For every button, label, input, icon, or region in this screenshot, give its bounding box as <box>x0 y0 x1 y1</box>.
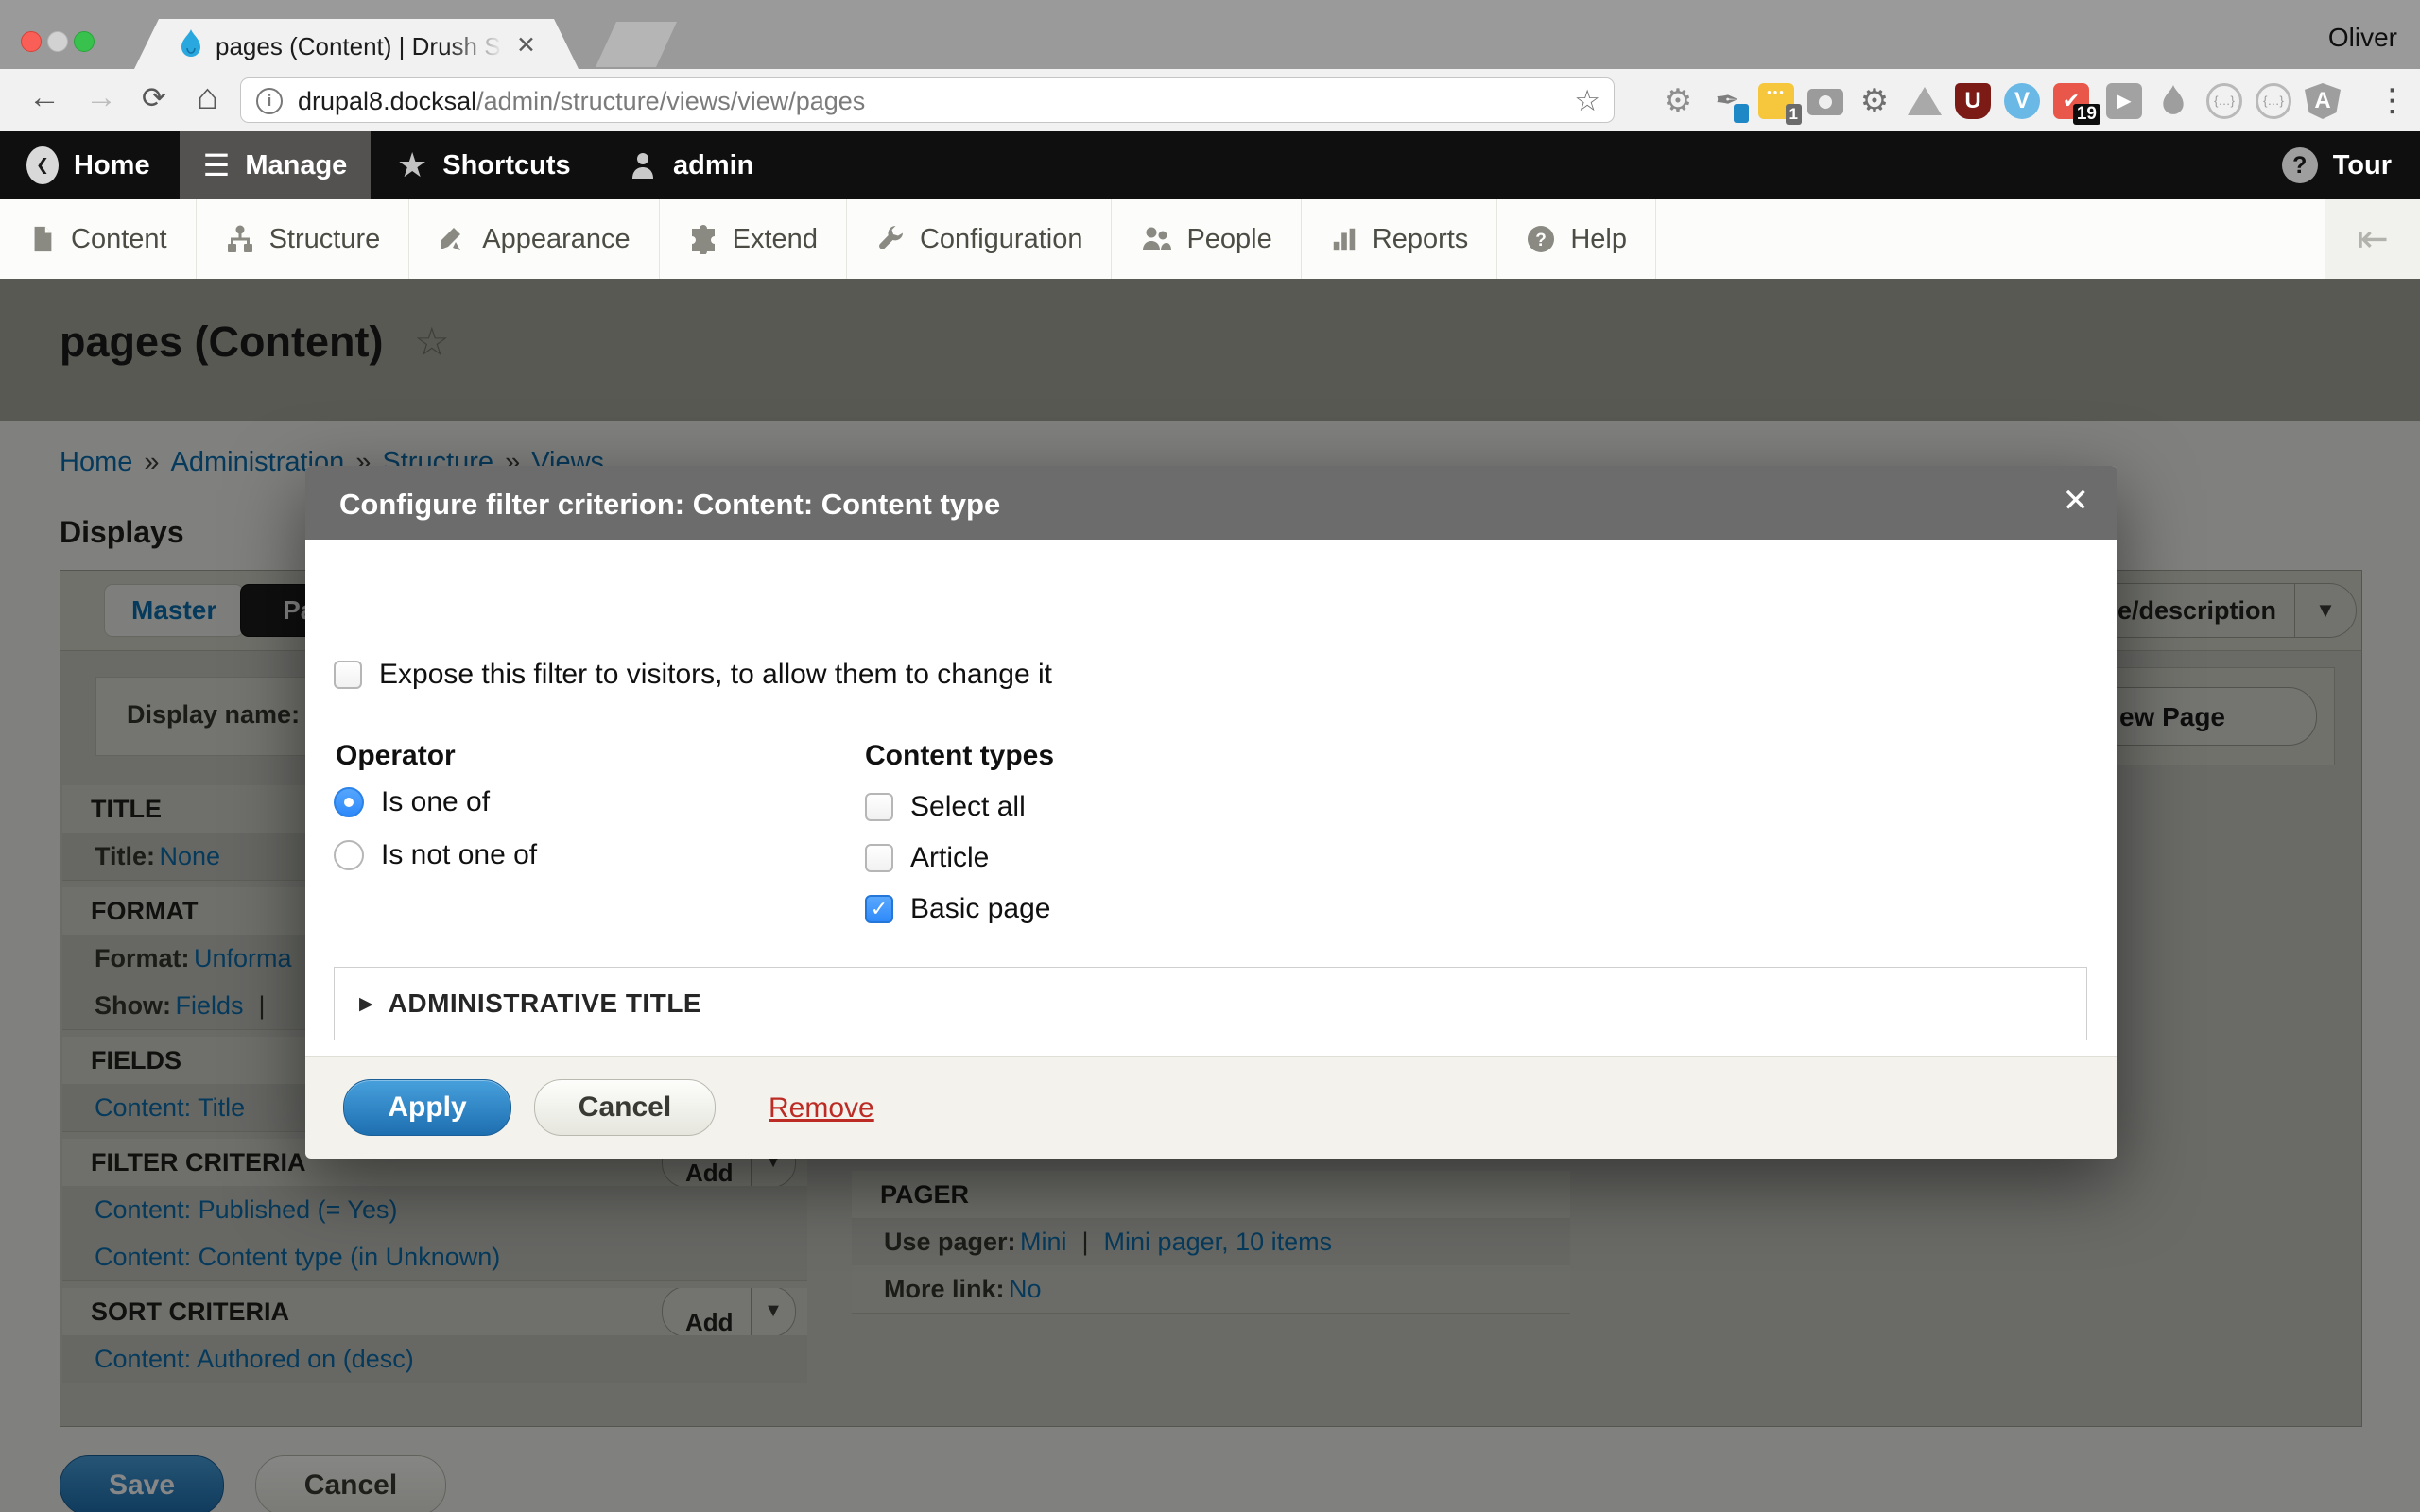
tour-question-icon: ? <box>2282 147 2318 183</box>
chrome-profile-name[interactable]: Oliver <box>2328 23 2397 53</box>
toolbar-tour-button[interactable]: ? Tour <box>2282 131 2392 199</box>
tab-title: pages (Content) | Drush Site-In <box>216 32 503 61</box>
sitemap-icon <box>225 224 255 254</box>
content-types-group-label: Content types <box>865 740 1054 772</box>
modal-header[interactable]: Configure filter criterion: Content: Con… <box>305 466 2118 540</box>
site-info-icon[interactable]: i <box>256 88 283 114</box>
extension-colorpicker-icon[interactable]: ✒ <box>1709 83 1745 119</box>
article-checkbox[interactable]: ✓ <box>865 844 893 872</box>
browser-tab-bar: pages (Content) | Drush Site-In ✕ Oliver <box>0 0 2420 69</box>
operator-group-label: Operator <box>336 740 456 772</box>
operator-is-not-one-of[interactable]: Is not one of <box>334 840 537 870</box>
extension-vimeo-icon[interactable]: V <box>2004 83 2040 119</box>
operator-is-one-of[interactable]: Is one of <box>334 787 490 817</box>
bar-chart-icon <box>1330 224 1358 254</box>
window-close-button[interactable] <box>21 31 42 52</box>
nav-item-help[interactable]: ? Help <box>1497 199 1656 279</box>
basic-page-checkbox[interactable]: ✓ <box>865 895 893 923</box>
toolbar-manage-button[interactable]: ☰ Manage <box>180 131 371 199</box>
paintbrush-icon <box>438 224 468 254</box>
home-chevron-icon: ❮ <box>26 146 59 184</box>
hamburger-icon: ☰ <box>203 150 231 180</box>
modal-close-icon[interactable]: ✕ <box>2063 485 2090 517</box>
toolbar-collapse-button[interactable]: ⇤ <box>2325 199 2420 279</box>
is-one-of-radio[interactable] <box>334 787 364 817</box>
lastpass-badge: 1 <box>1786 104 1802 125</box>
content-type-select-all[interactable]: ✓ Select all <box>865 793 1026 821</box>
url-bar[interactable]: i drupal8.docksal/admin/structure/views/… <box>240 77 1615 123</box>
extension-screenshot-icon[interactable] <box>1807 89 1843 115</box>
remove-link[interactable]: Remove <box>769 1092 874 1125</box>
expose-filter-field[interactable]: ✓ Expose this filter to visitors, to all… <box>334 661 1052 689</box>
shortcuts-star-icon: ★ <box>397 148 427 182</box>
drupal-nav-bar: Content Structure Appearance Extend Conf… <box>0 199 2420 279</box>
collapse-icon: ⇤ <box>2357 218 2389 260</box>
tab-close-icon[interactable]: ✕ <box>516 31 536 60</box>
modal-body: ✓ Expose this filter to visitors, to all… <box>305 540 2118 1056</box>
administrative-title-details[interactable]: ▶ ADMINISTRATIVE TITLE <box>334 967 2087 1040</box>
nav-item-structure[interactable]: Structure <box>197 199 410 279</box>
colorpicker-badge <box>1734 104 1749 123</box>
window-minimize-button[interactable] <box>47 31 68 52</box>
drupal-admin-toolbar: ❮ Home ☰ Manage ★ Shortcuts admin ? Tour <box>0 131 2420 199</box>
browser-toolbar: ← → ⟳ ⌂ i drupal8.docksal/admin/structur… <box>0 69 2420 132</box>
extension-json-viewer-icon[interactable]: {…} <box>2206 83 2242 119</box>
extension-drive-icon[interactable] <box>1908 87 1942 115</box>
drupal-favicon <box>180 29 202 58</box>
apply-button[interactable]: Apply <box>343 1079 511 1136</box>
toolbar-user-button[interactable]: admin <box>628 131 753 199</box>
content-type-basic-page[interactable]: ✓ Basic page <box>865 895 1050 923</box>
details-label: ADMINISTRATIVE TITLE <box>389 988 701 1019</box>
puzzle-icon <box>688 224 718 254</box>
expose-label[interactable]: Expose this filter to visitors, to allow… <box>379 661 1052 689</box>
forward-icon[interactable]: → <box>85 81 117 113</box>
extension-settings-icon[interactable]: ⚙ <box>1857 83 1893 119</box>
details-arrow-icon: ▶ <box>359 993 373 1015</box>
url-text[interactable]: drupal8.docksal/admin/structure/views/vi… <box>298 87 865 116</box>
extension-angular-icon[interactable]: A <box>2305 83 2341 119</box>
nav-item-content[interactable]: Content <box>0 199 197 279</box>
people-icon <box>1140 224 1172 254</box>
extension-todoist-icon[interactable]: ✔19 <box>2053 83 2089 119</box>
is-not-one-of-radio[interactable] <box>334 840 364 870</box>
window-zoom-button[interactable] <box>74 31 95 52</box>
nav-item-reports[interactable]: Reports <box>1302 199 1498 279</box>
url-path: /admin/structure/views/view/pages <box>476 87 865 115</box>
bookmark-star-icon[interactable]: ☆ <box>1574 84 1600 118</box>
chrome-menu-icon[interactable]: ⋮ <box>2377 84 2408 115</box>
back-icon[interactable]: ← <box>28 81 60 113</box>
toolbar-home-button[interactable]: ❮ Home <box>26 131 150 199</box>
svg-text:?: ? <box>1536 231 1547 250</box>
nav-item-people[interactable]: People <box>1112 199 1301 279</box>
new-tab-button[interactable] <box>596 22 677 67</box>
help-icon: ? <box>1526 224 1556 254</box>
url-host: drupal8.docksal <box>298 87 476 115</box>
select-all-checkbox[interactable]: ✓ <box>865 793 893 821</box>
extension-drupal-icon[interactable] <box>2155 85 2191 121</box>
nav-item-configuration[interactable]: Configuration <box>847 199 1113 279</box>
extension-gear-icon[interactable]: ⚙ <box>1660 83 1696 119</box>
modal-cancel-button[interactable]: Cancel <box>534 1079 716 1136</box>
file-icon <box>28 224 57 254</box>
wrench-icon <box>875 224 906 254</box>
extension-json-formatter-icon[interactable]: {…} <box>2256 83 2291 119</box>
filter-criterion-modal: Configure filter criterion: Content: Con… <box>305 466 2118 1158</box>
expose-checkbox[interactable]: ✓ <box>334 661 362 689</box>
nav-item-extend[interactable]: Extend <box>660 199 847 279</box>
extension-lastpass-icon[interactable]: •••1 <box>1758 83 1794 119</box>
modal-footer: Apply Cancel Remove <box>305 1056 2118 1159</box>
content-type-article[interactable]: ✓ Article <box>865 844 989 872</box>
extension-ublock-icon[interactable]: U <box>1955 83 1991 119</box>
toolbar-shortcuts-button[interactable]: ★ Shortcuts <box>397 131 571 199</box>
nav-item-appearance[interactable]: Appearance <box>409 199 659 279</box>
home-icon[interactable]: ⌂ <box>197 79 218 115</box>
reload-icon[interactable]: ⟳ <box>142 83 166 112</box>
modal-title: Configure filter criterion: Content: Con… <box>339 488 1000 522</box>
browser-tab[interactable]: pages (Content) | Drush Site-In ✕ <box>134 19 579 69</box>
extension-video-icon[interactable]: ▶ <box>2106 83 2142 119</box>
user-icon <box>628 150 658 180</box>
todoist-badge: 19 <box>2073 104 2100 125</box>
